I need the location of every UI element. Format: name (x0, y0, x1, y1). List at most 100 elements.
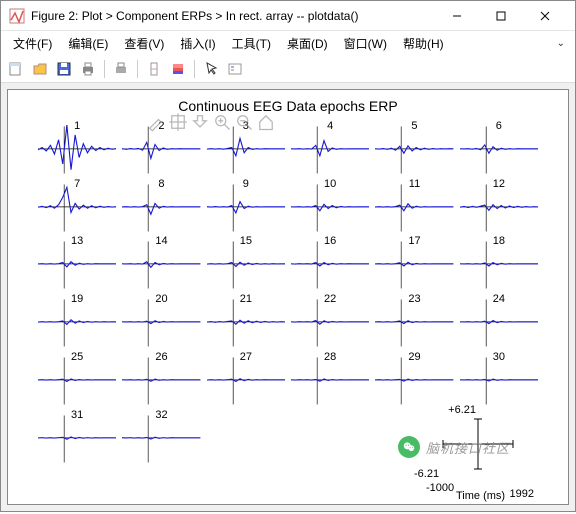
zoom-in-icon[interactable] (212, 112, 232, 132)
menu-file[interactable]: 文件(F) (5, 33, 60, 54)
toolbar-separator (104, 60, 105, 78)
subplot[interactable]: 10 (291, 180, 369, 234)
subplot[interactable]: 14 (122, 237, 200, 291)
figure-canvas-area: Continuous EEG Data epochs ERP 123456789… (1, 83, 575, 511)
subplot[interactable]: 31 (38, 411, 116, 465)
close-button[interactable] (523, 2, 567, 30)
subplot-label: 24 (493, 293, 505, 305)
subplot[interactable]: 20 (122, 295, 200, 349)
maximize-button[interactable] (479, 2, 523, 30)
titlebar: Figure 2: Plot > Component ERPs > In rec… (1, 1, 575, 31)
menu-expand-icon[interactable]: ⌄ (551, 38, 571, 49)
subplot-label: 31 (71, 409, 83, 421)
pointer-icon[interactable] (200, 58, 222, 80)
open-icon[interactable] (29, 58, 51, 80)
subplot[interactable]: 25 (38, 353, 116, 407)
zoom-out-icon[interactable] (234, 112, 254, 132)
subplot-label: 32 (155, 409, 167, 421)
subplot[interactable]: 26 (122, 353, 200, 407)
subplot[interactable]: 18 (460, 237, 538, 291)
figure-toolbar-overlay (146, 112, 276, 132)
menu-window[interactable]: 窗口(W) (336, 33, 395, 54)
subplot[interactable]: 7 (38, 180, 116, 234)
colorbar-icon[interactable] (167, 58, 189, 80)
watermark: 脑机接口社区 (398, 436, 510, 458)
subplot-label: 9 (243, 178, 249, 190)
subplot-label: 25 (71, 351, 83, 363)
subplot[interactable]: 27 (207, 353, 285, 407)
subplot-label: 7 (74, 178, 80, 190)
axis-ymin: -6.21 (414, 468, 439, 480)
menu-insert[interactable]: 插入(I) (172, 33, 223, 54)
subplot[interactable]: 9 (207, 180, 285, 234)
datacursor-icon[interactable] (168, 112, 188, 132)
subplot-label: 6 (496, 120, 502, 132)
subplot-label: 19 (71, 293, 83, 305)
subplot[interactable]: 13 (38, 237, 116, 291)
subplot-label: 23 (408, 293, 420, 305)
subplot-label: 29 (408, 351, 420, 363)
insert-legend-icon[interactable] (224, 58, 246, 80)
subplot-label: 30 (493, 351, 505, 363)
pan-icon[interactable] (190, 112, 210, 132)
toolbar-separator (137, 60, 138, 78)
subplot-label: 17 (408, 235, 420, 247)
subplot[interactable]: 23 (375, 295, 453, 349)
new-figure-icon[interactable] (5, 58, 27, 80)
figure-window: Figure 2: Plot > Component ERPs > In rec… (0, 0, 576, 512)
save-icon[interactable] (53, 58, 75, 80)
brush-icon[interactable] (146, 112, 166, 132)
window-title: Figure 2: Plot > Component ERPs > In rec… (31, 9, 435, 23)
menu-view[interactable]: 查看(V) (116, 33, 172, 54)
subplot-label: 20 (155, 293, 167, 305)
subplot-label: 14 (155, 235, 167, 247)
subplot[interactable]: 12 (460, 180, 538, 234)
subplot[interactable]: 21 (207, 295, 285, 349)
subplot[interactable]: 17 (375, 237, 453, 291)
wechat-icon (398, 436, 420, 458)
matlab-figure-icon (9, 8, 25, 24)
print-icon[interactable] (77, 58, 99, 80)
subplot[interactable]: 1 (38, 122, 116, 176)
menu-tools[interactable]: 工具(T) (224, 33, 279, 54)
subplot-label: 27 (240, 351, 252, 363)
menu-desktop[interactable]: 桌面(D) (279, 33, 336, 54)
subplot-label: 26 (155, 351, 167, 363)
subplot-label: 15 (240, 235, 252, 247)
subplot-label: 18 (493, 235, 505, 247)
subplot[interactable]: 15 (207, 237, 285, 291)
subplot[interactable]: 29 (375, 353, 453, 407)
chart-title: Continuous EEG Data epochs ERP (8, 98, 568, 114)
axis-xmin: -1000 (426, 482, 454, 494)
subplot[interactable]: 22 (291, 295, 369, 349)
menu-edit[interactable]: 编辑(E) (60, 33, 116, 54)
menu-help[interactable]: 帮助(H) (395, 33, 452, 54)
minimize-button[interactable] (435, 2, 479, 30)
subplot[interactable]: 24 (460, 295, 538, 349)
subplot[interactable]: 32 (122, 411, 200, 465)
subplot[interactable]: 11 (375, 180, 453, 234)
subplot[interactable]: 16 (291, 237, 369, 291)
toolbar (1, 55, 575, 83)
subplot-label: 21 (240, 293, 252, 305)
subplot-label: 12 (493, 178, 505, 190)
subplot[interactable]: 5 (375, 122, 453, 176)
figure-axes-container: Continuous EEG Data epochs ERP 123456789… (7, 89, 569, 505)
subplot[interactable]: 8 (122, 180, 200, 234)
subplot[interactable]: 19 (38, 295, 116, 349)
link-icon[interactable] (143, 58, 165, 80)
subplot[interactable]: 30 (460, 353, 538, 407)
subplot[interactable]: 28 (291, 353, 369, 407)
subplot[interactable]: 4 (291, 122, 369, 176)
subplot-label: 1 (74, 120, 80, 132)
toolbar-separator (194, 60, 195, 78)
subplot-label: 5 (411, 120, 417, 132)
subplot-label: 11 (409, 178, 420, 190)
axis-xlabel: Time (ms) (456, 490, 505, 502)
subplot-label: 8 (158, 178, 164, 190)
subplot[interactable]: 6 (460, 122, 538, 176)
subplot-label: 22 (324, 293, 336, 305)
home-icon[interactable] (256, 112, 276, 132)
print-preview-icon[interactable] (110, 58, 132, 80)
menubar: 文件(F) 编辑(E) 查看(V) 插入(I) 工具(T) 桌面(D) 窗口(W… (1, 31, 575, 55)
